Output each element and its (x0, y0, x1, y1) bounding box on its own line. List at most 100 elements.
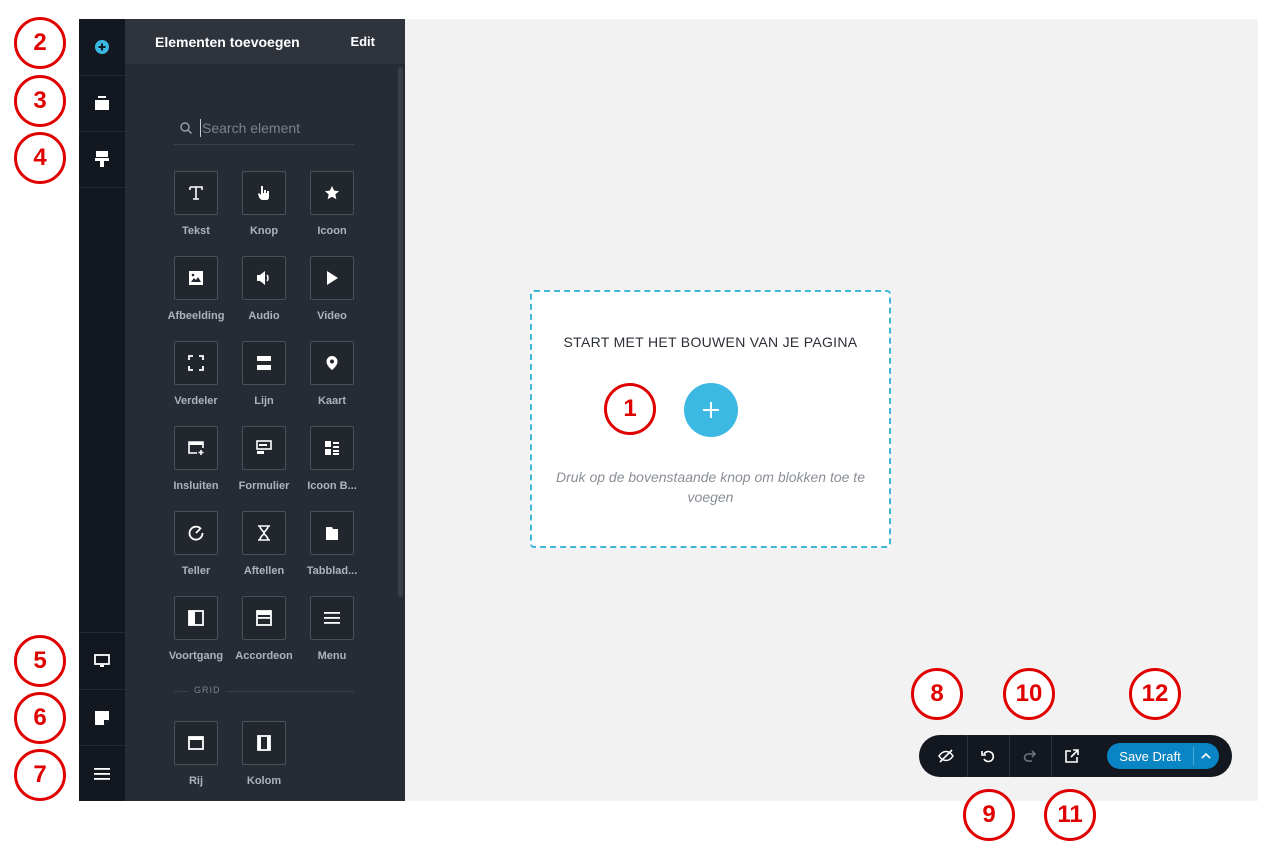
element-tile-aftellen[interactable]: Aftellen (230, 511, 298, 577)
rail-add-elements-button[interactable] (79, 19, 125, 76)
rail-device-preview-button[interactable] (79, 632, 125, 689)
save-options-toggle[interactable] (1194, 753, 1218, 759)
annotation-marker: 3 (14, 75, 66, 127)
element-tile-teller[interactable]: Teller (162, 511, 230, 577)
star-icon (324, 186, 340, 200)
tile-label: Verdeler (174, 395, 218, 407)
undo-button[interactable] (967, 735, 1010, 777)
bottom-toolbar: Save Draft (919, 735, 1232, 777)
element-tile-afbeelding[interactable]: Afbeelding (162, 256, 230, 322)
row-icon (188, 736, 204, 750)
pointer-hand-icon (258, 186, 269, 200)
line-icon (257, 356, 271, 370)
paint-roller-icon (95, 151, 109, 167)
tile-box (242, 511, 286, 555)
tile-label: Menu (317, 650, 347, 662)
element-tile-verdeler[interactable]: Verdeler (162, 341, 230, 407)
panel-edit-button[interactable]: Edit (350, 34, 375, 49)
tile-label: Audio (248, 310, 280, 322)
toggle-visibility-button[interactable] (925, 735, 968, 777)
element-tile-video[interactable]: Video (298, 256, 366, 322)
tile-label: Voortgang (168, 650, 224, 662)
tile-label: Kaart (317, 395, 347, 407)
chevron-up-icon (1201, 753, 1211, 759)
tile-label: Icoon (317, 225, 347, 237)
annotation-marker: 1 (604, 383, 656, 435)
element-tile-voortgang[interactable]: Voortgang (162, 596, 230, 662)
hamburger-icon (94, 768, 110, 780)
rail-menu-button[interactable] (79, 745, 125, 802)
search-icon (180, 121, 192, 134)
embed-icon (188, 441, 204, 455)
tile-box (174, 341, 218, 385)
annotation-marker: 11 (1044, 789, 1096, 841)
element-tile-kaart[interactable]: Kaart (298, 341, 366, 407)
divider-icon (188, 355, 204, 371)
tile-label: Icoon B... (307, 480, 357, 492)
tile-box (310, 511, 354, 555)
tile-box (242, 256, 286, 300)
element-tile-menu[interactable]: Menu (298, 596, 366, 662)
tile-box (174, 426, 218, 470)
rail-sections-button[interactable] (79, 75, 125, 132)
element-tile-audio[interactable]: Audio (230, 256, 298, 322)
annotation-marker: 9 (963, 789, 1015, 841)
element-tile-accordeon[interactable]: Accordeon (230, 596, 298, 662)
tile-label: Tabblad... (306, 565, 358, 577)
section-icon (95, 96, 109, 110)
tile-box (310, 171, 354, 215)
canvas-title: START MET HET BOUWEN VAN JE PAGINA (563, 334, 858, 350)
text-icon (189, 186, 203, 200)
element-tile-rij[interactable]: Rij (162, 721, 230, 787)
add-block-button[interactable] (684, 383, 738, 437)
tile-box (174, 721, 218, 765)
canvas-hint: Druk op de bovenstaande knop om blokken … (556, 469, 865, 505)
annotation-marker: 5 (14, 635, 66, 687)
tile-label: Kolom (246, 775, 282, 787)
tile-box (174, 511, 218, 555)
image-icon (189, 271, 203, 285)
element-tile-formulier[interactable]: Formulier (230, 426, 298, 492)
annotation-marker: 4 (14, 132, 66, 184)
save-draft-button[interactable]: Save Draft (1107, 743, 1219, 769)
element-tile-lijn[interactable]: Lijn (230, 341, 298, 407)
tile-box (310, 256, 354, 300)
tile-label: Rij (188, 775, 204, 787)
map-pin-icon (326, 356, 338, 370)
rail-pages-button[interactable] (79, 689, 125, 746)
redo-button[interactable] (1009, 735, 1052, 777)
tile-box (242, 171, 286, 215)
element-tile-tabblad[interactable]: Tabblad... (298, 511, 366, 577)
empty-page-dropzone[interactable]: START MET HET BOUWEN VAN JE PAGINA Druk … (530, 290, 891, 548)
element-tile-icoon-box[interactable]: Icoon B... (298, 426, 366, 492)
tile-label: Afbeelding (167, 310, 225, 322)
element-tile-kolom[interactable]: Kolom (230, 721, 298, 787)
grid-divider: GRID (174, 685, 354, 695)
tile-box (242, 341, 286, 385)
tile-label: Tekst (182, 225, 210, 237)
plus-icon (703, 402, 719, 418)
tile-label: Accordeon (235, 650, 293, 662)
tile-label: Video (317, 310, 347, 322)
tile-label: Formulier (238, 480, 290, 492)
element-tile-knop[interactable]: Knop (230, 171, 298, 237)
play-icon (327, 271, 338, 285)
annotation-marker: 2 (14, 17, 66, 69)
tile-box (174, 171, 218, 215)
panel-scrollbar[interactable] (398, 67, 403, 597)
tile-label: Aftellen (243, 565, 285, 577)
page-icon (95, 711, 109, 725)
sidebar-rail (79, 19, 125, 801)
speaker-icon (257, 271, 269, 285)
rail-blocks-button[interactable] (79, 131, 125, 188)
annotation-marker: 7 (14, 749, 66, 801)
element-tile-insluiten[interactable]: Insluiten (162, 426, 230, 492)
plus-circle-icon (95, 40, 109, 54)
search-input[interactable] (200, 118, 354, 137)
annotation-marker: 8 (911, 668, 963, 720)
element-tile-tekst[interactable]: Tekst (162, 171, 230, 237)
tile-box (174, 256, 218, 300)
open-external-button[interactable] (1051, 735, 1093, 777)
tile-box (242, 721, 286, 765)
element-tile-icoon[interactable]: Icoon (298, 171, 366, 237)
